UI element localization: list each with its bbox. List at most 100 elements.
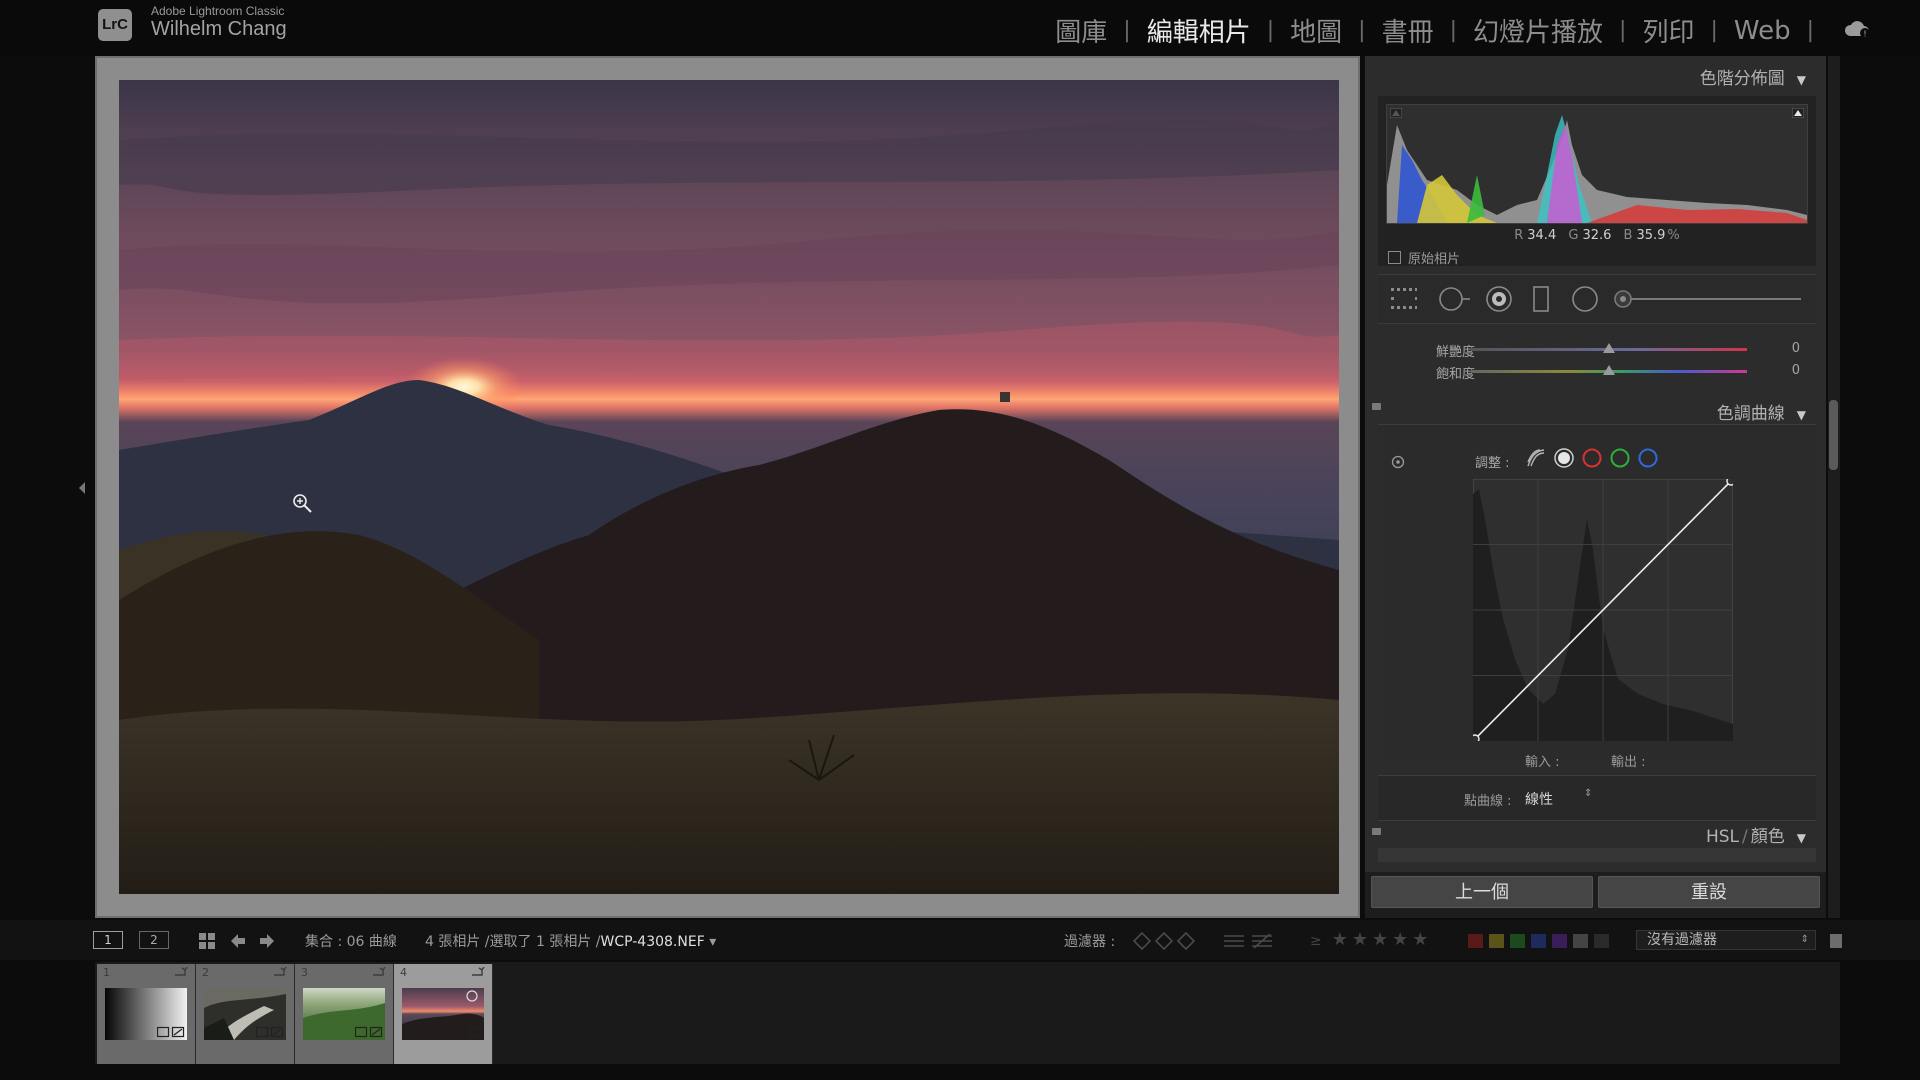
develop-badge-icons — [157, 1026, 185, 1038]
point-curve-selector[interactable]: 點曲線 : 線性 ⇕ — [1378, 775, 1816, 821]
histogram-graph[interactable] — [1386, 104, 1808, 224]
highlight-clipping-icon[interactable] — [1792, 108, 1804, 118]
radial-filter-icon[interactable] — [1571, 285, 1599, 313]
filmstrip-cell[interactable]: 3 — [295, 964, 394, 1064]
original-photo-toggle[interactable]: 原始相片 — [1388, 248, 1460, 267]
filename-dropdown-icon[interactable]: ▾ — [709, 934, 716, 950]
rotate-icon[interactable] — [470, 967, 486, 979]
edit-status-filter-icons[interactable] — [1222, 932, 1276, 950]
current-filename[interactable]: WCP-4308.NEF — [601, 934, 705, 950]
rgb-point-curve-icon[interactable] — [1553, 447, 1575, 469]
dropdown-arrow-icon[interactable]: ⇕ — [1801, 931, 1809, 949]
hsl-separator: / — [1742, 827, 1748, 847]
dropdown-arrow-icon[interactable]: ⇕ — [1584, 788, 1592, 799]
color-filter-none[interactable] — [1594, 934, 1609, 948]
navigate-back-icon[interactable] — [229, 932, 247, 950]
zoom-in-cursor-icon — [293, 494, 312, 513]
tone-curve-graph[interactable] — [1473, 479, 1733, 741]
module-develop[interactable]: 編輯相片 — [1131, 12, 1267, 49]
collapse-triangle-icon[interactable]: ▼ — [1797, 831, 1806, 845]
cloud-sync-icon[interactable]: ! — [1842, 18, 1872, 40]
module-slideshow[interactable]: 幻燈片播放 — [1457, 12, 1619, 49]
main-photo[interactable] — [119, 80, 1339, 894]
module-print[interactable]: 列印 — [1626, 12, 1710, 49]
filmstrip-cell[interactable]: 1 — [97, 964, 196, 1064]
adjustment-brush-slider[interactable] — [1613, 289, 1803, 309]
saturation-slider-knob[interactable] — [1603, 365, 1615, 375]
vibrance-value[interactable]: 0 — [1792, 341, 1800, 356]
svg-text:!: ! — [1863, 30, 1866, 39]
module-map[interactable]: 地圖 — [1274, 12, 1358, 49]
vibrance-slider-knob[interactable] — [1603, 343, 1615, 353]
color-filter-custom[interactable] — [1573, 934, 1588, 948]
shadow-clipping-icon[interactable] — [1390, 108, 1402, 118]
color-label-filter — [1468, 934, 1609, 948]
develop-badge-icons — [355, 1026, 383, 1038]
hsl-title[interactable]: HSL — [1706, 827, 1739, 847]
module-separator: | — [1710, 18, 1718, 43]
histogram-header[interactable]: 色階分佈圖 ▼ — [1700, 64, 1806, 89]
tone-curve-panel-switch[interactable] — [1372, 403, 1381, 410]
rating-filter[interactable]: ≥ ★★★★★ — [1310, 929, 1432, 950]
graduated-filter-icon[interactable] — [1531, 285, 1551, 313]
saturation-value[interactable]: 0 — [1792, 363, 1800, 378]
rotate-icon[interactable] — [272, 967, 288, 979]
previous-reset-bar: 上一個 重設 — [1365, 872, 1826, 918]
checkbox[interactable] — [1388, 251, 1401, 264]
collection-name[interactable]: 集合 : 06 曲線 — [305, 931, 397, 951]
previous-button[interactable]: 上一個 — [1371, 876, 1593, 908]
loupe-view[interactable] — [95, 56, 1360, 918]
collapse-triangle-icon[interactable]: ▼ — [1797, 408, 1806, 422]
color-filter-green[interactable] — [1510, 934, 1525, 948]
parametric-curve-icon[interactable] — [1525, 447, 1547, 469]
secondary-window-button[interactable]: 2 — [139, 931, 169, 949]
adjust-label: 調整 : — [1475, 456, 1510, 471]
scrollbar-thumb[interactable] — [1829, 400, 1838, 470]
blue-channel-icon[interactable] — [1637, 447, 1659, 469]
red-eye-icon[interactable] — [1485, 285, 1513, 313]
flag-filter-icons[interactable] — [1132, 932, 1200, 950]
spot-removal-icon[interactable] — [1438, 285, 1472, 313]
module-library[interactable]: 圖庫 — [1039, 12, 1123, 49]
module-book[interactable]: 書冊 — [1366, 12, 1450, 49]
module-separator: | — [1619, 18, 1627, 43]
color-filter-purple[interactable] — [1552, 934, 1567, 948]
tone-curve-header[interactable]: 色調曲線 ▼ — [1717, 399, 1806, 424]
reset-button[interactable]: 重設 — [1598, 876, 1820, 908]
grid-view-icon[interactable] — [198, 932, 216, 950]
rating-comparator[interactable]: ≥ — [1310, 933, 1326, 949]
targeted-adjustment-icon[interactable] — [1391, 455, 1405, 469]
module-web[interactable]: Web — [1718, 16, 1807, 46]
filter-preset-dropdown[interactable]: 沒有過濾器 ⇕ — [1636, 930, 1816, 950]
right-panel-scrollbar[interactable] — [1828, 56, 1840, 918]
module-separator: | — [1358, 18, 1366, 43]
primary-window-button[interactable]: 1 — [93, 931, 123, 949]
green-channel-icon[interactable] — [1609, 447, 1631, 469]
hsl-tabs-strip[interactable] — [1378, 848, 1816, 862]
collapse-triangle-icon[interactable]: ▼ — [1797, 73, 1806, 87]
photo-count[interactable]: 4 張相片 /選取了 1 張相片 /WCP-4308.NEF ▾ — [425, 931, 716, 951]
left-panel-arrow-icon[interactable] — [77, 480, 87, 496]
point-curve-value[interactable]: 線性 — [1525, 789, 1553, 809]
hsl-color-title[interactable]: 顏色 — [1751, 827, 1785, 847]
red-channel-icon[interactable] — [1581, 447, 1603, 469]
module-separator: | — [1123, 18, 1131, 43]
filmstrip-cell-selected[interactable]: 4 — [394, 964, 493, 1064]
rating-stars[interactable]: ★★★★★ — [1332, 929, 1433, 950]
filter-lock-icon[interactable] — [1830, 934, 1842, 948]
hsl-panel-switch[interactable] — [1372, 828, 1381, 835]
input-label: 輸入 : — [1525, 755, 1560, 770]
g-label: G — [1568, 228, 1579, 243]
navigate-forward-icon[interactable] — [258, 932, 276, 950]
photo-count-text: 4 張相片 /選取了 1 張相片 / — [425, 934, 601, 950]
hsl-header[interactable]: HSL / 顏色 ▼ — [1706, 822, 1806, 847]
rotate-icon[interactable] — [371, 967, 387, 979]
rotate-icon[interactable] — [173, 967, 189, 979]
color-filter-blue[interactable] — [1531, 934, 1546, 948]
crop-overlay-icon[interactable] — [1390, 287, 1418, 311]
filmstrip-cell[interactable]: 2 — [196, 964, 295, 1064]
identity-plate-user: Wilhelm Chang — [151, 18, 287, 40]
right-panel: 色階分佈圖 ▼ R 34.4 G 32.6 B 35.9% 原始相片 鮮艷度 0… — [1365, 56, 1826, 918]
color-filter-red[interactable] — [1468, 934, 1483, 948]
color-filter-yellow[interactable] — [1489, 934, 1504, 948]
